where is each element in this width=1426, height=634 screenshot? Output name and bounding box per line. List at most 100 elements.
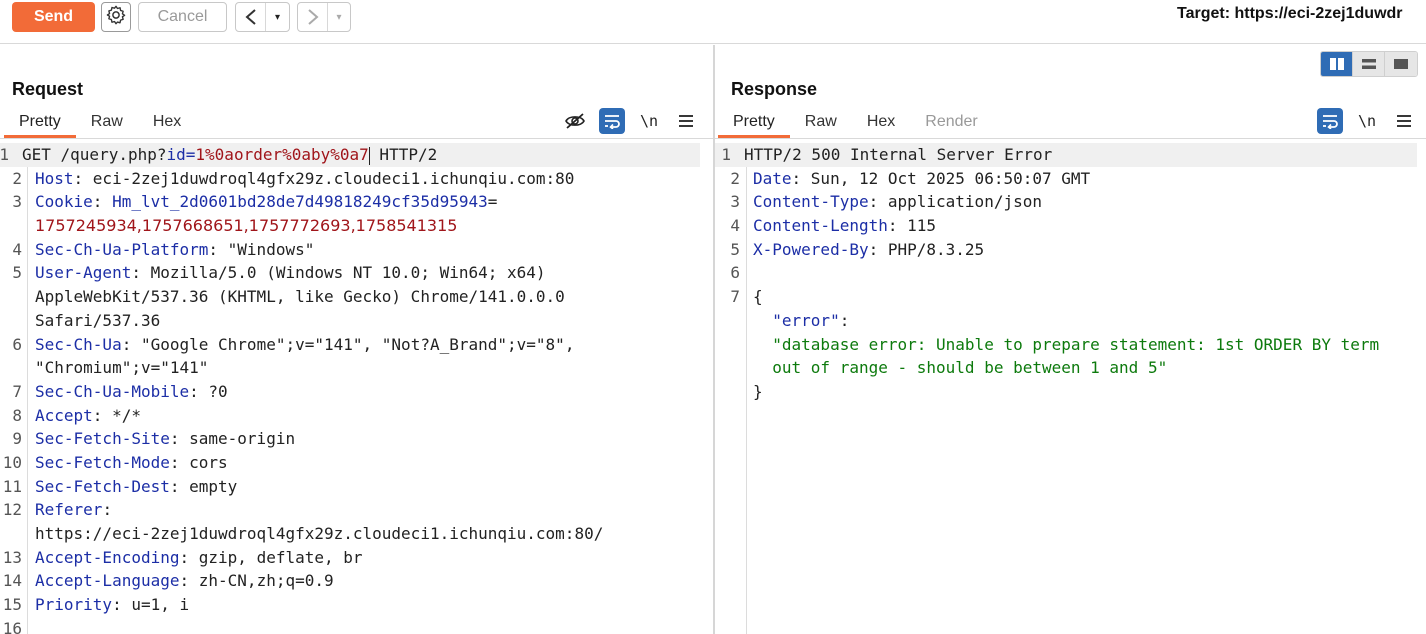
code-token: Priority: [35, 595, 113, 615]
code-token: Sec-Fetch-Site: [35, 429, 170, 449]
line-text: Host: eci-2zej1duwdroql4gfx29z.cloudeci1…: [35, 167, 574, 191]
request-code-line[interactable]: 9 Sec-Fetch-Site: same-origin: [0, 427, 713, 451]
request-code-line[interactable]: 13 Accept-Encoding: gzip, deflate, br: [0, 546, 713, 570]
layout-side-by-side-button[interactable]: [1321, 52, 1353, 76]
response-code-line[interactable]: "database error: Unable to prepare state…: [715, 333, 1426, 357]
back-history-dropdown[interactable]: ▾: [266, 3, 289, 31]
newline-icon[interactable]: \n: [1354, 108, 1380, 134]
code-token: : Mozilla/5.0 (Windows NT 10.0; Win64; x…: [131, 263, 546, 283]
response-code-line[interactable]: 4 Content-Length: 115: [715, 214, 1426, 238]
wrap-icon[interactable]: [599, 108, 625, 134]
request-tab-hex[interactable]: Hex: [138, 109, 196, 138]
response-code-lines[interactable]: 1 HTTP/2 500 Internal Server Error 2 Date: …: [715, 143, 1426, 404]
request-code-line[interactable]: 15 Priority: u=1, i: [0, 593, 713, 617]
request-tab-raw[interactable]: Raw: [76, 109, 138, 138]
code-token: Accept-Language: [35, 571, 180, 591]
response-code-line[interactable]: 3 Content-Type: application/json: [715, 190, 1426, 214]
response-tab-pretty[interactable]: Pretty: [718, 109, 790, 138]
line-text: Priority: u=1, i: [35, 593, 189, 617]
settings-button[interactable]: [101, 2, 131, 32]
code-token: Date: [753, 168, 792, 188]
response-editor-tools: \n: [1317, 108, 1426, 134]
line-number: 4: [12, 239, 22, 259]
response-code-line[interactable]: 7{: [715, 285, 1426, 309]
hide-icon[interactable]: [562, 108, 588, 134]
line-text: Accept-Encoding: gzip, deflate, br: [35, 546, 363, 570]
line-text: HTTP/2 500 Internal Server Error: [744, 143, 1052, 167]
response-code-line[interactable]: 5 X-Powered-By: PHP/8.3.25: [715, 238, 1426, 262]
code-token: Sec-Fetch-Mode: [35, 452, 170, 472]
request-code-line[interactable]: 12 Referer:: [0, 498, 713, 522]
caret-down-icon: ▾: [336, 11, 342, 23]
request-code-line[interactable]: 16: [0, 617, 713, 634]
request-code-line[interactable]: 10 Sec-Fetch-Mode: cors: [0, 451, 713, 475]
code-token: Referer: [35, 500, 103, 520]
cancel-button[interactable]: Cancel: [138, 2, 227, 32]
request-panel: Request Pretty Raw Hex \n 1 GET /query.ph…: [0, 45, 713, 634]
request-code-line[interactable]: 6 Sec-Ch-Ua: "Google Chrome";v="141", "No…: [0, 333, 713, 357]
request-code-line[interactable]: 2 Host: eci-2zej1duwdroql4gfx29z.cloudeci…: [0, 167, 713, 191]
response-code-line[interactable]: 2 Date: Sun, 12 Oct 2025 06:50:07 GMT: [715, 167, 1426, 191]
forward-history-control: ▾: [297, 2, 351, 32]
request-code-line[interactable]: 8 Accept: */*: [0, 404, 713, 428]
request-code-line[interactable]: "Chromium";v="141": [0, 356, 713, 380]
request-code-line[interactable]: 1757245934,1757668651,1757772693,1758541…: [0, 214, 713, 238]
code-token: Sec-Ch-Ua-Platform: [35, 239, 209, 259]
request-code-line[interactable]: https://eci-2zej1duwdroql4gfx29z.cloudec…: [0, 522, 713, 546]
line-number: 7: [730, 287, 740, 307]
response-code-line[interactable]: 1 HTTP/2 500 Internal Server Error: [715, 143, 1417, 167]
request-code-line[interactable]: 14 Accept-Language: zh-CN,zh;q=0.9: [0, 569, 713, 593]
line-number: 8: [12, 405, 22, 425]
forward-button[interactable]: [298, 3, 328, 31]
line-text: Content-Length: 115: [753, 214, 936, 238]
request-code-line[interactable]: 5 User-Agent: Mozilla/5.0 (Windows NT 10.…: [0, 261, 713, 285]
forward-history-dropdown[interactable]: ▾: [328, 3, 350, 31]
code-token: :: [839, 310, 850, 330]
line-text: 1757245934,1757668651,1757772693,1758541…: [35, 214, 457, 238]
line-text: X-Powered-By: PHP/8.3.25: [753, 238, 984, 262]
code-token: AppleWebKit/537.36 (KHTML, like Gecko) C…: [35, 287, 565, 307]
target-url[interactable]: Target: https://eci-2zej1duwdr: [1177, 5, 1403, 23]
response-editor[interactable]: 1 HTTP/2 500 Internal Server Error 2 Date: …: [715, 143, 1426, 634]
layout-single-button[interactable]: [1385, 52, 1417, 76]
request-code-line[interactable]: 11 Sec-Fetch-Dest: empty: [0, 475, 713, 499]
request-code-line[interactable]: 7 Sec-Ch-Ua-Mobile: ?0: [0, 380, 713, 404]
back-button[interactable]: [236, 3, 266, 31]
response-tab-raw[interactable]: Raw: [790, 109, 852, 138]
menu-icon[interactable]: [1391, 108, 1417, 134]
newline-icon[interactable]: \n: [636, 108, 662, 134]
response-tabs-divider: [715, 138, 1426, 139]
request-code-line[interactable]: 3 Cookie: Hm_lvt_2d0601bd28de7d49818249cf…: [0, 190, 713, 214]
line-number: 12: [2, 500, 22, 520]
code-token: Host: [35, 168, 74, 188]
line-text: "Chromium";v="141": [35, 356, 208, 380]
line-text: {: [753, 285, 763, 309]
request-code-line[interactable]: AppleWebKit/537.36 (KHTML, like Gecko) C…: [0, 285, 713, 309]
request-code-line[interactable]: 4 Sec-Ch-Ua-Platform: "Windows": [0, 238, 713, 262]
request-code-lines[interactable]: 1 GET /query.php?id=1%0aorder%0aby%0a7 HT…: [0, 143, 713, 634]
request-tab-pretty[interactable]: Pretty: [4, 109, 76, 138]
code-token: : 115: [887, 216, 937, 236]
code-token: https://eci-2zej1duwdroql4gfx29z.cloudec…: [35, 524, 604, 543]
line-number: 16: [2, 618, 22, 634]
request-editor[interactable]: 1 GET /query.php?id=1%0aorder%0aby%0a7 HT…: [0, 143, 713, 634]
request-code-line[interactable]: 1 GET /query.php?id=1%0aorder%0aby%0a7 HT…: [0, 143, 700, 167]
response-code-line[interactable]: out of range - should be between 1 and 5…: [715, 356, 1426, 380]
layout-stacked-button[interactable]: [1353, 52, 1385, 76]
menu-icon[interactable]: [673, 108, 699, 134]
response-tab-render[interactable]: Render: [910, 109, 992, 138]
line-number: 5: [12, 263, 22, 283]
response-code-line[interactable]: }: [715, 380, 1426, 404]
response-code-line[interactable]: "error":: [715, 309, 1426, 333]
request-code-line[interactable]: Safari/537.36: [0, 309, 713, 333]
line-number: 1: [0, 145, 9, 164]
response-tab-hex[interactable]: Hex: [852, 109, 910, 138]
rows-icon: [1361, 59, 1376, 69]
wrap-icon[interactable]: [1317, 108, 1343, 134]
send-button[interactable]: Send: [12, 2, 95, 32]
line-number: 5: [730, 239, 740, 259]
response-code-line[interactable]: 6: [715, 261, 1426, 285]
code-token: HTTP/2 500 Internal Server Error: [744, 145, 1053, 164]
response-title: Response: [731, 79, 818, 99]
